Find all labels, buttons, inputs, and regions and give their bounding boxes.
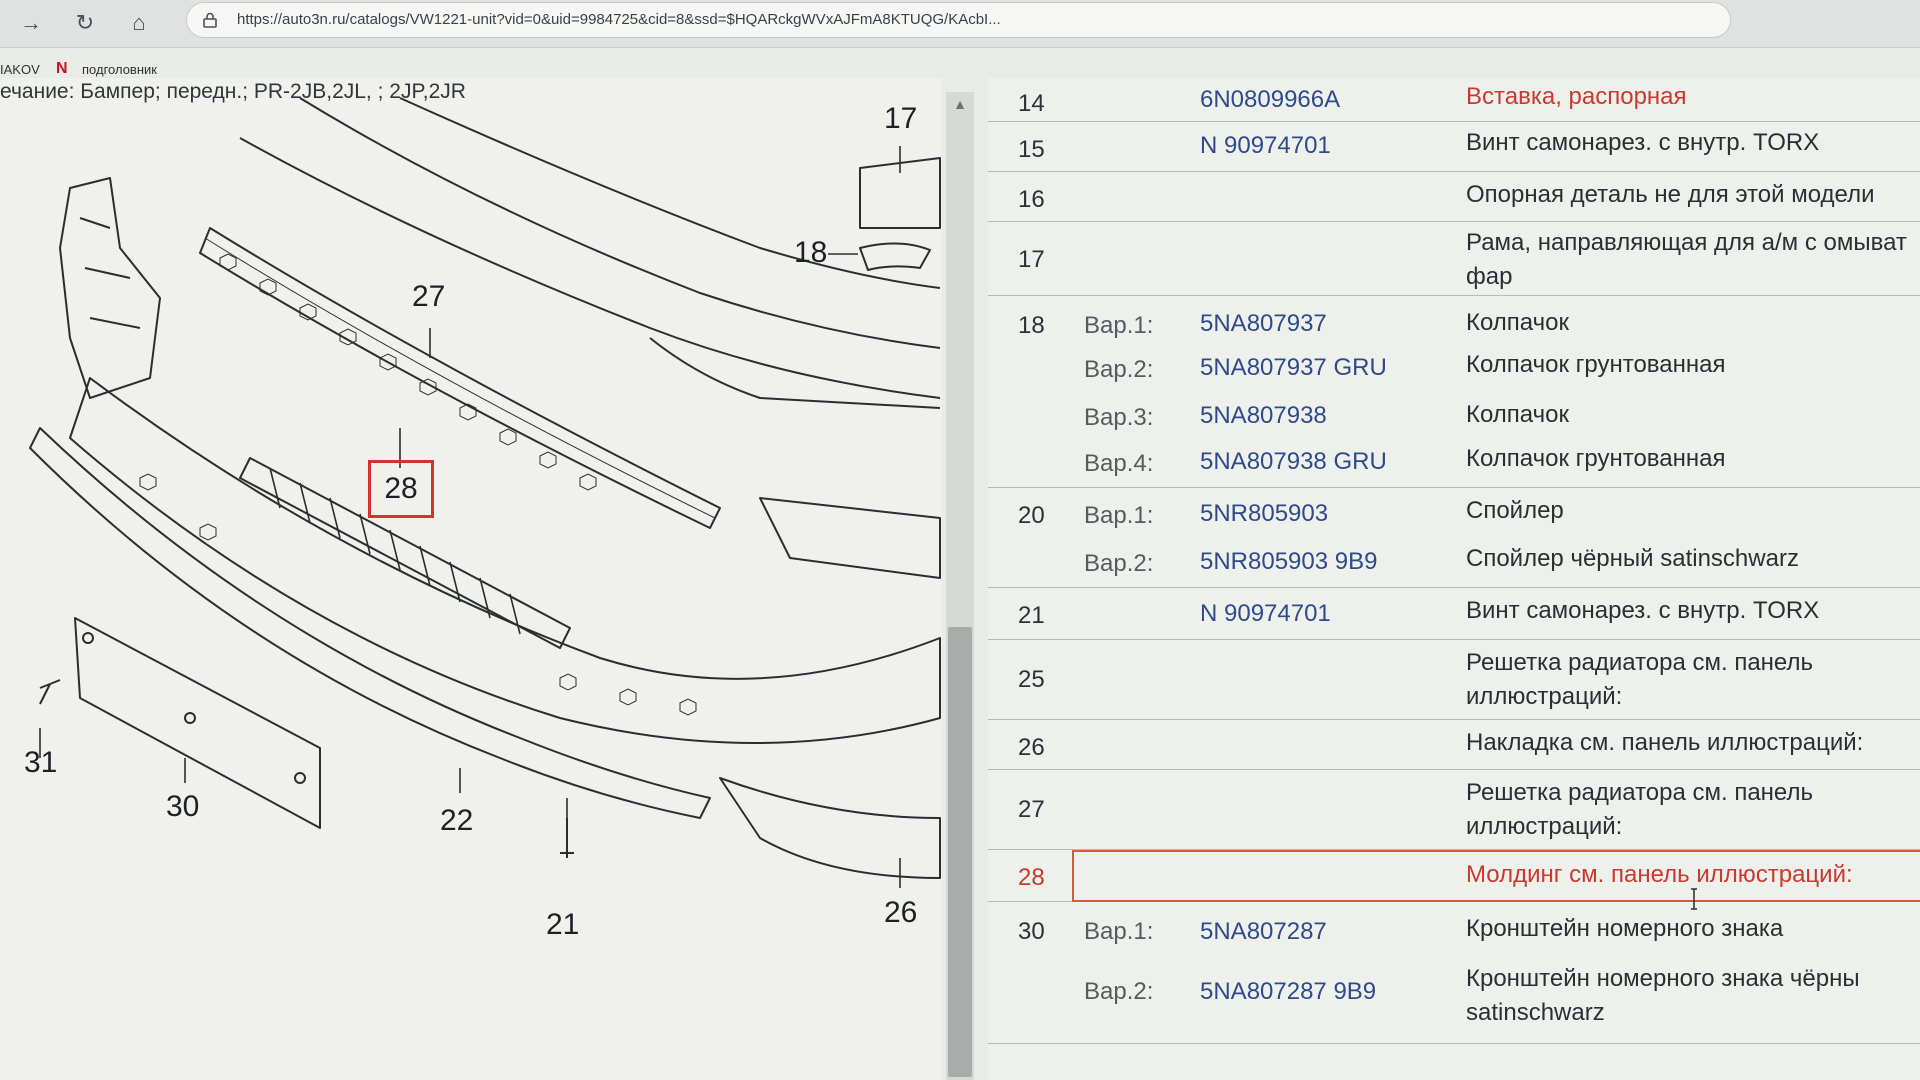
table-row[interactable]: Вар.4: 5NA807938 GRU Колпачок грунтованн… xyxy=(988,438,1920,488)
diagram-scrollbar[interactable]: ▲ xyxy=(946,92,974,1080)
url-text: https://auto3n.ru/catalogs/VW1221-unit?v… xyxy=(237,11,1001,28)
part-number: 17 xyxy=(1018,246,1045,273)
table-row[interactable]: 25 Решетка радиатора см. панель иллюстра… xyxy=(988,640,1920,720)
part-number: 16 xyxy=(1018,186,1045,213)
lock-icon xyxy=(203,12,217,28)
part-desc: Винт самонарез. с внутр. TORX xyxy=(1466,129,1820,156)
forward-icon[interactable]: → xyxy=(14,8,48,38)
table-row[interactable]: 30 Вар.1: 5NA807287 Кронштейн номерного … xyxy=(988,902,1920,958)
browser-toolbar: → ↻ ⌂ https://auto3n.ru/catalogs/VW1221-… xyxy=(0,0,1920,48)
table-row[interactable]: 27 Решетка радиатора см. панель иллюстра… xyxy=(988,770,1920,850)
part-number: 26 xyxy=(1018,734,1045,761)
variant-label: Вар.2: xyxy=(1084,356,1154,383)
part-desc: Колпачок грунтованная xyxy=(1466,351,1726,378)
table-row[interactable]: 18 Вар.1: 5NA807937 Колпачок xyxy=(988,296,1920,342)
part-number: 21 xyxy=(1018,602,1045,629)
callout-27[interactable]: 27 xyxy=(412,280,445,314)
part-desc: Винт самонарез. с внутр. TORX xyxy=(1466,597,1820,624)
table-row[interactable]: 16 Опорная деталь не для этой модели xyxy=(988,172,1920,222)
variant-label: Вар.2: xyxy=(1084,978,1154,1005)
bumper-drawing xyxy=(29,97,941,888)
part-number: 20 xyxy=(1018,502,1045,529)
table-row[interactable]: 21 N 90974701 Винт самонарез. с внутр. T… xyxy=(988,588,1920,640)
part-desc: Решетка радиатора см. панель иллюстраций… xyxy=(1466,779,1813,840)
callout-28-selected[interactable]: 28 xyxy=(368,460,434,518)
part-desc: Колпачок xyxy=(1466,309,1569,336)
part-number: 27 xyxy=(1018,796,1045,823)
scroll-up-icon[interactable]: ▲ xyxy=(950,96,970,116)
variant-label: Вар.1: xyxy=(1084,312,1154,339)
scroll-thumb[interactable] xyxy=(948,627,972,1077)
part-number: 15 xyxy=(1018,136,1045,163)
table-row[interactable]: Вар.2: 5NR805903 9B9 Спойлер чёрный sati… xyxy=(988,536,1920,588)
part-desc: Спойлер xyxy=(1466,497,1564,524)
table-row[interactable]: Вар.3: 5NA807938 Колпачок xyxy=(988,390,1920,438)
part-desc: Колпачок xyxy=(1466,401,1569,428)
parts-table: 14 6N0809966A Вставка, распорная 15 N 90… xyxy=(988,78,1920,1080)
part-desc: Кронштейн номерного знака чёрны satinsch… xyxy=(1466,965,1860,1026)
part-code[interactable]: 5NA807937 xyxy=(1200,310,1327,338)
part-desc: Решетка радиатора см. панель иллюстраций… xyxy=(1466,649,1813,710)
home-icon[interactable]: ⌂ xyxy=(122,8,156,38)
bookmark-headrest[interactable]: подголовник xyxy=(82,62,157,77)
table-row[interactable]: Вар.2: 5NA807937 GRU Колпачок грунтованн… xyxy=(988,342,1920,390)
part-desc: Вставка, распорная xyxy=(1466,83,1687,110)
part-desc: Колпачок грунтованная xyxy=(1466,445,1726,472)
table-row[interactable]: 20 Вар.1: 5NR805903 Спойлер xyxy=(988,488,1920,536)
part-desc: Опорная деталь не для этой модели xyxy=(1466,181,1875,208)
part-number: 25 xyxy=(1018,666,1045,693)
text-cursor-icon xyxy=(1691,888,1697,910)
part-code[interactable]: 5NA807938 GRU xyxy=(1200,448,1387,476)
part-number: 18 xyxy=(1018,312,1045,339)
part-number: 30 xyxy=(1018,918,1045,945)
reload-icon[interactable]: ↻ xyxy=(68,8,102,38)
callout-18[interactable]: 18 xyxy=(794,236,827,270)
table-row[interactable]: 26 Накладка см. панель иллюстраций: xyxy=(988,720,1920,770)
part-desc: Кронштейн номерного знака xyxy=(1466,915,1784,942)
variant-label: Вар.1: xyxy=(1084,502,1154,529)
variant-label: Вар.4: xyxy=(1084,450,1154,477)
callout-22[interactable]: 22 xyxy=(440,804,473,838)
part-desc: Накладка см. панель иллюстраций: xyxy=(1466,729,1864,756)
variant-label: Вар.1: xyxy=(1084,918,1154,945)
callout-17[interactable]: 17 xyxy=(884,102,917,136)
part-code[interactable]: 5NA807938 xyxy=(1200,402,1327,430)
parts-diagram: ечание: Бампер; передн.; PR-2JB,2JL, ; 2… xyxy=(0,78,942,1080)
part-number: 14 xyxy=(1018,90,1045,117)
callout-30[interactable]: 30 xyxy=(166,790,199,824)
address-bar[interactable]: https://auto3n.ru/catalogs/VW1221-unit?v… xyxy=(186,2,1731,38)
table-row-selected[interactable]: 28 Молдинг см. панель иллюстраций: xyxy=(988,850,1920,902)
part-code[interactable]: N 90974701 xyxy=(1200,600,1331,628)
part-desc: Молдинг см. панель иллюстраций: xyxy=(1466,861,1853,888)
variant-label: Вар.2: xyxy=(1084,550,1154,577)
part-code[interactable]: N 90974701 xyxy=(1200,132,1331,160)
table-row[interactable]: Вар.2: 5NA807287 9B9 Кронштейн номерного… xyxy=(988,958,1920,1044)
table-row[interactable]: 14 6N0809966A Вставка, распорная xyxy=(988,78,1920,122)
part-number: 28 xyxy=(1018,864,1045,891)
table-row[interactable]: 15 N 90974701 Винт самонарез. с внутр. T… xyxy=(988,122,1920,172)
part-code[interactable]: 5NA807287 9B9 xyxy=(1200,978,1376,1006)
table-row[interactable]: 17 Рама, направляющая для а/м с омыват ф… xyxy=(988,222,1920,296)
part-code[interactable]: 5NR805903 xyxy=(1200,500,1328,528)
bookmark-iakov[interactable]: IAKOV xyxy=(0,62,40,77)
part-code[interactable]: 5NA807287 xyxy=(1200,918,1327,946)
part-code[interactable]: 5NR805903 9B9 xyxy=(1200,548,1377,576)
part-code[interactable]: 6N0809966A xyxy=(1200,86,1340,114)
n-logo-icon: N xyxy=(56,60,68,77)
part-desc: Рама, направляющая для а/м с омыват фар xyxy=(1466,229,1907,290)
part-code[interactable]: 5NA807937 GRU xyxy=(1200,354,1387,382)
variant-label: Вар.3: xyxy=(1084,404,1154,431)
callout-31[interactable]: 31 xyxy=(24,746,57,780)
callout-26[interactable]: 26 xyxy=(884,896,917,930)
part-desc: Спойлер чёрный satinschwarz xyxy=(1466,545,1799,572)
callout-21[interactable]: 21 xyxy=(546,908,579,942)
